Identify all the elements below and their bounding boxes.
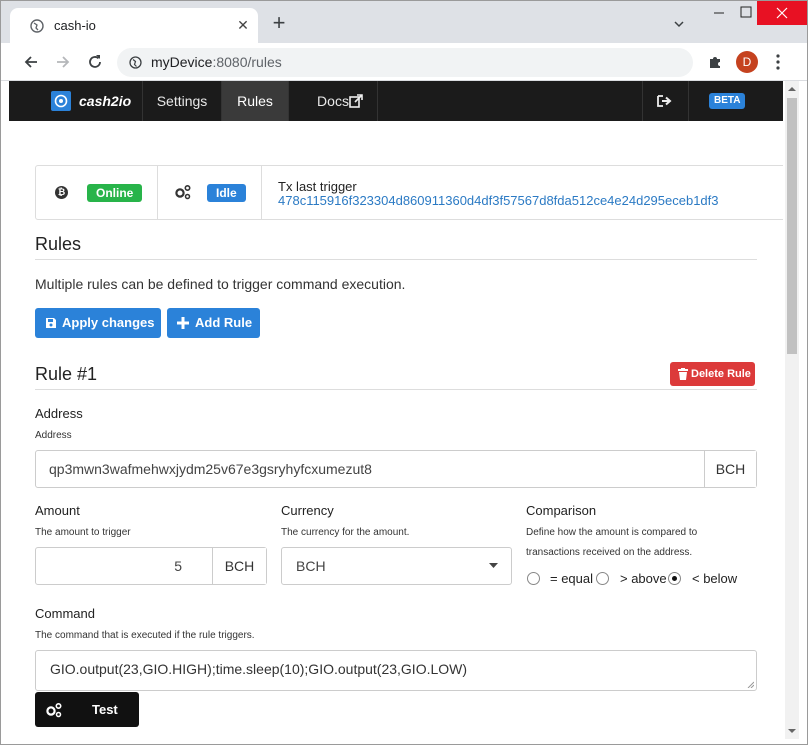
currency-select[interactable]: BCH [281,547,512,585]
tab-strip: cash-io ✕ + [1,1,807,43]
nav-docs-label: Docs [317,93,349,109]
more-vertical-icon[interactable] [773,53,783,71]
status-panel: ₿ Online Idle Tx last trigger 478c115916… [35,165,783,220]
scroll-up-icon[interactable] [788,85,796,93]
beta-badge: BETA [709,93,746,109]
delete-rule-label: Delete Rule [691,368,751,380]
caret-down-icon [489,563,498,568]
radio-equal[interactable] [527,572,540,585]
sign-out-icon [657,95,672,107]
url-text: myDevice:8080/rules [151,54,282,70]
new-tab-button[interactable]: + [269,12,289,34]
amount-value: 5 [174,558,182,574]
cogs-icon [175,184,191,200]
page-viewport: cash2io Settings Rules Docs BETA ₿ Onlin… [9,81,783,739]
external-link-icon [349,94,363,108]
logout-button[interactable] [642,81,688,121]
online-badge: Online [87,184,143,202]
radio-equal-label: = equal [550,571,594,586]
globe-icon [30,19,44,33]
tab-title: cash-io [54,18,96,33]
tx-hash-link[interactable]: 478c115916f323304d860911360d4df3f57567d8… [278,193,719,208]
currency-help: The currency for the amount. [281,527,410,538]
comparison-help-2: transactions received on the address. [526,547,693,558]
scroll-down-icon[interactable] [788,727,796,735]
address-currency-addon: BCH [704,451,756,487]
maximize-icon[interactable] [738,4,754,20]
radio-below[interactable] [668,572,681,585]
bitcoin-icon: ₿ [55,186,68,199]
brand-name: cash2io [79,93,132,109]
minimize-icon[interactable] [709,3,729,23]
amount-currency-addon: BCH [212,548,266,584]
divider [35,389,757,390]
close-icon [776,7,788,19]
forward-arrow-icon[interactable] [53,52,73,72]
currency-selected-value: BCH [296,558,326,574]
command-value: GIO.output(23,GIO.HIGH);time.sleep(10);G… [50,661,468,677]
rules-heading: Rules [35,234,82,254]
trash-icon [678,368,688,380]
beta-area: BETA [688,81,783,121]
rule-heading: Rule #1 [35,364,98,384]
scrollbar-thumb[interactable] [787,98,797,354]
brand-logo-icon [51,91,71,111]
connection-status-cell: ₿ Online [36,166,158,219]
nav-docs[interactable]: Docs [288,81,378,121]
page-scrollbar[interactable] [785,81,799,739]
chevron-down-icon[interactable] [672,17,686,31]
add-rule-label: Add Rule [195,315,253,330]
engine-status-cell: Idle [158,166,262,219]
browser-window: cash-io ✕ + myDevice:8080/rules D cash2i… [0,0,808,745]
profile-avatar[interactable]: D [736,51,758,73]
delete-rule-button[interactable]: Delete Rule [670,362,755,386]
amount-field[interactable]: 5 BCH [35,547,267,585]
plus-icon [177,317,189,329]
comparison-label: Comparison [526,503,597,518]
apply-changes-button[interactable]: Apply changes [35,308,161,338]
nav-rules[interactable]: Rules [221,81,288,121]
resize-handle-icon[interactable] [747,681,754,688]
nav-rules-label: Rules [237,93,273,109]
address-help: Address [35,430,72,441]
browser-tab[interactable]: cash-io ✕ [10,8,258,43]
command-help: The command that is executed if the rule… [35,630,255,641]
cogs-icon [46,702,62,718]
command-textarea[interactable]: GIO.output(23,GIO.HIGH);time.sleep(10);G… [35,650,757,691]
nav-settings-label: Settings [156,93,208,109]
address-field[interactable]: qp3mwn3wafmehwxjydm25v67e3gsryhyfcxumezu… [35,450,757,488]
close-icon[interactable]: ✕ [235,17,251,33]
globe-icon [129,56,142,69]
rules-intro-text: Multiple rules can be defined to trigger… [35,276,406,292]
amount-label: Amount [35,503,80,518]
comparison-help-1: Define how the amount is compared to [526,527,698,538]
divider [35,259,757,260]
command-label: Command [35,606,95,621]
add-rule-button[interactable]: Add Rule [167,308,260,338]
apply-changes-label: Apply changes [62,315,155,330]
radio-below-label: < below [692,571,738,586]
amount-help: The amount to trigger [35,527,131,538]
test-label: Test [92,702,118,717]
window-close-button[interactable] [757,1,807,25]
currency-label: Currency [281,503,334,518]
browser-toolbar: myDevice:8080/rules D [1,43,807,81]
back-arrow-icon[interactable] [21,52,41,72]
extensions-puzzle-icon[interactable] [707,54,723,70]
reload-icon[interactable] [85,52,105,72]
radio-above-label: > above [620,571,667,586]
address-value: qp3mwn3wafmehwxjydm25v67e3gsryhyfcxumezu… [49,461,372,477]
app-navbar: cash2io Settings Rules Docs BETA [9,81,783,121]
radio-above[interactable] [596,572,609,585]
save-icon [46,318,56,328]
nav-settings[interactable]: Settings [142,81,221,121]
address-bar[interactable]: myDevice:8080/rules [117,48,693,77]
tx-last-trigger-label: Tx last trigger [278,179,357,194]
address-label: Address [35,406,83,421]
test-button[interactable]: Test [35,692,139,727]
idle-badge: Idle [207,184,246,202]
